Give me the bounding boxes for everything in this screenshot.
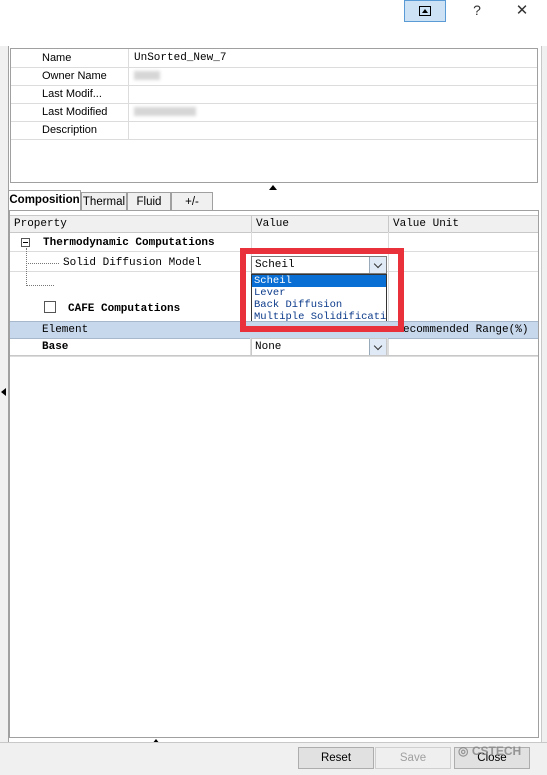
info-key: Last Modified: [11, 103, 129, 121]
header-value-unit: Value Unit: [393, 218, 460, 230]
tree-line: [26, 248, 27, 286]
save-button[interactable]: Save: [375, 747, 451, 769]
recommended-range-header: ecommended Range(%): [403, 324, 529, 336]
watermark-text: CSTECH: [471, 744, 522, 758]
header-property: Property: [10, 216, 252, 232]
reset-button[interactable]: Reset: [298, 747, 374, 769]
tab-composition[interactable]: Composition: [8, 190, 81, 210]
collapse-up-icon[interactable]: [269, 185, 277, 190]
name-field[interactable]: UnSorted_New_7: [134, 49, 226, 67]
solid-diffusion-model-label: Solid Diffusion Model: [63, 257, 202, 269]
info-row-description: Description: [11, 121, 537, 140]
info-key: Name: [11, 49, 129, 67]
tree-line: [26, 285, 54, 286]
row-divider: [10, 355, 538, 356]
base-element-select[interactable]: None: [251, 338, 387, 356]
column-divider: [387, 338, 388, 355]
cafe-computations-label: CAFE Computations: [68, 303, 181, 315]
info-row-last-modified: Last Modified: [11, 103, 537, 122]
info-key: Description: [11, 121, 129, 139]
row-divider: [10, 356, 538, 357]
header-value: Value: [252, 216, 389, 232]
window-title-bar: ? ✕: [0, 0, 547, 42]
base-selected-value: None: [255, 341, 282, 353]
dropdown-button[interactable]: [369, 339, 386, 355]
tab-fluid[interactable]: Fluid: [127, 192, 171, 210]
base-element-label: Base: [42, 341, 69, 353]
info-grid: Name UnSorted_New_7 Owner Name Last Modi…: [10, 48, 538, 183]
tab-thermal[interactable]: Thermal: [81, 192, 127, 210]
annotation-highlight-box: [240, 248, 404, 332]
help-button[interactable]: ?: [466, 0, 488, 20]
left-splitter[interactable]: [0, 46, 9, 774]
info-row-last-modif: Last Modif...: [11, 85, 537, 104]
info-key: Owner Name: [11, 67, 129, 85]
right-border: [541, 46, 547, 774]
collapse-icon[interactable]: [21, 238, 30, 247]
info-key: Last Modif...: [11, 85, 129, 103]
grid-header: Property Value Value Unit: [10, 215, 538, 233]
watermark: ◎ CSTECH: [458, 744, 522, 758]
collapse-left-icon[interactable]: [1, 388, 6, 396]
restore-icon: [419, 6, 431, 16]
cafe-computations-checkbox[interactable]: [44, 301, 56, 313]
tab-plus-minus[interactable]: +/-: [171, 192, 213, 210]
tree-line: [26, 263, 59, 264]
last-modified-field: [134, 103, 196, 121]
owner-name-field[interactable]: [134, 67, 160, 85]
element-header: Element: [42, 324, 89, 336]
info-row-owner: Owner Name: [11, 67, 537, 86]
close-window-button[interactable]: ✕: [510, 0, 534, 20]
thermodynamic-computations-label: Thermodynamic Computations: [43, 237, 215, 249]
restore-window-button[interactable]: [404, 0, 446, 22]
chevron-down-icon: [373, 341, 383, 350]
info-row-name: Name UnSorted_New_7: [11, 49, 537, 68]
